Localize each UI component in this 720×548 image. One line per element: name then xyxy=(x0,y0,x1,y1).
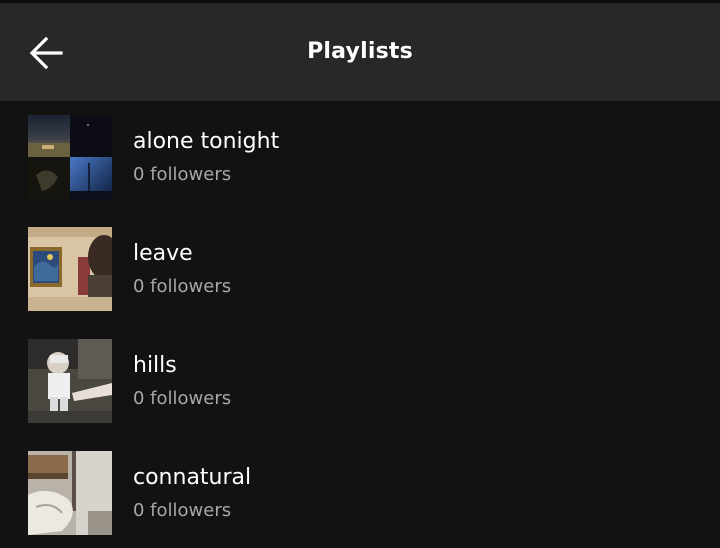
playlist-cover-image xyxy=(28,227,112,311)
playlist-name: alone tonight xyxy=(133,129,280,154)
page-title: Playlists xyxy=(307,39,413,64)
playlist-name: connatural xyxy=(133,465,252,490)
playlist-cover-image xyxy=(28,451,112,535)
playlist-cover-image xyxy=(28,115,112,199)
playlist-item-hills[interactable]: hills 0 followers xyxy=(0,325,720,437)
playlist-item-alone-tonight[interactable]: alone tonight 0 followers xyxy=(0,101,720,213)
playlist-item-connatural[interactable]: connatural 0 followers xyxy=(0,437,720,548)
playlist-item-leave[interactable]: leave 0 followers xyxy=(0,213,720,325)
playlist-name: leave xyxy=(133,241,193,266)
playlists-screen: Playlists alone tonight 0 followers leav… xyxy=(0,0,720,548)
playlist-followers: 0 followers xyxy=(133,388,232,409)
app-header: Playlists xyxy=(0,3,720,101)
playlist-cover-image xyxy=(28,339,112,423)
playlist-followers: 0 followers xyxy=(133,276,232,297)
playlist-followers: 0 followers xyxy=(133,164,232,185)
playlist-followers: 0 followers xyxy=(133,500,232,521)
playlist-name: hills xyxy=(133,353,177,378)
